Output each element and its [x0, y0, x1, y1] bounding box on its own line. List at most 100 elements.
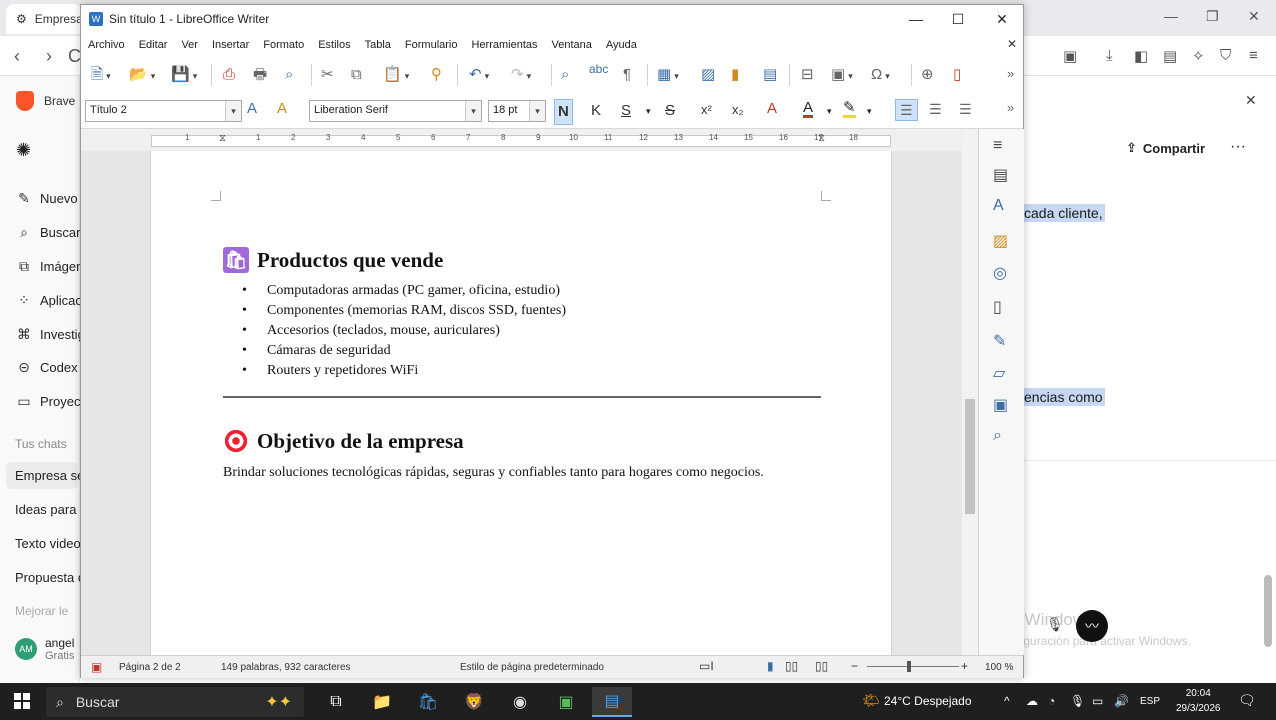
- menu-archivo[interactable]: Archivo: [88, 39, 125, 51]
- weather-text[interactable]: 24°C Despejado: [884, 694, 972, 708]
- underline-button[interactable]: S: [621, 102, 631, 119]
- print-icon[interactable]: 🖶: [253, 67, 267, 82]
- android-app-icon[interactable]: ▣: [546, 687, 586, 717]
- align-center-icon[interactable]: ☰: [929, 102, 942, 116]
- menu-ver[interactable]: Ver: [181, 39, 198, 51]
- find-icon[interactable]: ⌕: [993, 427, 1002, 445]
- more-options-icon[interactable]: ···: [1230, 138, 1246, 156]
- download-icon[interactable]: ⤓: [1106, 47, 1113, 64]
- zoom-out-icon[interactable]: −: [851, 659, 858, 673]
- document-area[interactable]: [81, 151, 978, 655]
- print-preview-icon[interactable]: ⌕: [285, 67, 293, 82]
- copy-icon[interactable]: ⧉: [351, 67, 362, 82]
- network-icon[interactable]: ▭: [1092, 694, 1103, 708]
- minimize-icon[interactable]: —: [901, 9, 931, 29]
- restore-icon[interactable]: ❐: [1206, 8, 1219, 25]
- wifi-icon[interactable]: ◔: [1048, 694, 1055, 708]
- sidebar-item-search[interactable]: ⌕ Buscar: [16, 224, 80, 241]
- find-replace-icon[interactable]: ⌕: [561, 67, 569, 82]
- manage-changes-icon[interactable]: ▱: [993, 363, 1005, 383]
- store-icon[interactable]: 🛍: [408, 687, 448, 717]
- brave-brand[interactable]: Brave: [16, 91, 75, 111]
- font-color-icon[interactable]: A: [803, 100, 814, 118]
- microphone-icon[interactable]: 🎙: [1046, 616, 1064, 633]
- file-explorer-icon[interactable]: 📁: [362, 687, 402, 717]
- formatting-marks-icon[interactable]: ¶: [623, 67, 631, 82]
- paste-icon[interactable]: 📋: [383, 67, 409, 82]
- open-icon[interactable]: 📂: [129, 67, 155, 82]
- insert-image-icon[interactable]: ▨: [701, 67, 715, 82]
- windows-start-icon[interactable]: [14, 693, 30, 709]
- maximize-icon[interactable]: ☐: [943, 9, 973, 29]
- document-modified-icon[interactable]: ▣: [91, 660, 102, 674]
- page-icon[interactable]: ▯: [993, 297, 1002, 317]
- navigator-icon[interactable]: ◎: [993, 263, 1007, 283]
- obs-icon[interactable]: ◉: [500, 687, 540, 717]
- gallery-icon[interactable]: ▨: [993, 231, 1008, 251]
- chevron-down-icon[interactable]: ▾: [827, 106, 832, 117]
- subscript-button[interactable]: x₂: [732, 102, 744, 117]
- export-pdf-icon[interactable]: ⎙: [223, 67, 235, 82]
- book-view-icon[interactable]: ▯▯: [815, 659, 828, 673]
- scrollbar-thumb[interactable]: [965, 399, 975, 514]
- insert-field-icon[interactable]: ▣: [831, 67, 853, 82]
- minimize-icon[interactable]: —: [1164, 8, 1178, 24]
- chatgpt-logo-icon[interactable]: ✺: [16, 140, 31, 161]
- insert-table-icon[interactable]: ▦: [657, 67, 679, 82]
- sidebar-toggle-icon[interactable]: ◧: [1134, 47, 1148, 65]
- show-hidden-icons[interactable]: ^: [1004, 694, 1010, 708]
- taskbar-search[interactable]: ⌕ Buscar ✦✦: [46, 687, 304, 717]
- highlight-color-icon[interactable]: ✎: [843, 100, 856, 118]
- weather-icon[interactable]: 🌤: [862, 692, 880, 709]
- close-icon[interactable]: ✕: [1248, 8, 1260, 25]
- sidebar-item-codex[interactable]: ⊝ Codex: [16, 359, 77, 376]
- horizontal-ruler[interactable]: [81, 129, 978, 151]
- share-button[interactable]: ⇪ Compartir: [1126, 140, 1205, 156]
- undo-icon[interactable]: ↶: [469, 67, 489, 82]
- cut-icon[interactable]: ✂: [321, 67, 334, 82]
- language-indicator[interactable]: ESP: [1140, 696, 1160, 707]
- vertical-scrollbar[interactable]: [962, 129, 978, 655]
- update-style-icon[interactable]: A: [247, 101, 257, 116]
- insert-page-break-icon[interactable]: ⊟: [801, 67, 814, 82]
- menu-herramientas[interactable]: Herramientas: [472, 39, 538, 51]
- special-character-icon[interactable]: Ω: [871, 67, 890, 82]
- close-document-icon[interactable]: ✕: [1007, 37, 1017, 51]
- hyperlink-icon[interactable]: ⊕: [921, 67, 934, 82]
- design-icon[interactable]: ▣: [993, 395, 1008, 415]
- sidebar-item-apps[interactable]: ⁘ Aplicac: [16, 292, 82, 309]
- menu-insertar[interactable]: Insertar: [212, 39, 249, 51]
- task-view-icon[interactable]: ⧉: [316, 687, 356, 717]
- writer-taskbar-icon[interactable]: ▤: [592, 687, 632, 717]
- back-icon[interactable]: ‹: [14, 46, 20, 67]
- zoom-level[interactable]: 100 %: [985, 662, 1013, 673]
- brave-taskbar-icon[interactable]: 🦁: [454, 687, 494, 717]
- heading-objective[interactable]: Objetivo de la empresa: [223, 428, 464, 454]
- styles-icon[interactable]: A: [993, 197, 1004, 215]
- style-inspector-icon[interactable]: ✎: [993, 331, 1006, 351]
- menu-formulario[interactable]: Formulario: [405, 39, 458, 51]
- close-panel-icon[interactable]: ✕: [1245, 92, 1257, 109]
- voice-mode-button[interactable]: 〰: [1076, 610, 1108, 642]
- wallet-icon[interactable]: ▤: [1163, 47, 1177, 65]
- chevron-down-icon[interactable]: ▾: [646, 106, 651, 117]
- sidebar-item-projects[interactable]: ▭ Proyect: [16, 393, 84, 410]
- microphone-tray-icon[interactable]: 🎙: [1070, 694, 1085, 708]
- notifications-icon[interactable]: 🗨: [1238, 692, 1256, 709]
- chat-item[interactable]: Texto video: [15, 536, 81, 551]
- menu-tabla[interactable]: Tabla: [365, 39, 391, 51]
- new-document-icon[interactable]: 🗎: [91, 67, 111, 82]
- forward-icon[interactable]: ›: [46, 46, 52, 67]
- reader-icon[interactable]: ▣: [1063, 47, 1077, 65]
- insert-chart-icon[interactable]: ▮: [731, 67, 739, 82]
- zoom-in-icon[interactable]: +: [961, 659, 968, 673]
- insert-textbox-icon[interactable]: ▤: [763, 67, 777, 82]
- selection-mode-icon[interactable]: ▭I: [699, 659, 714, 673]
- onedrive-icon[interactable]: ☁: [1026, 694, 1038, 708]
- close-icon[interactable]: ✕: [987, 9, 1017, 29]
- redo-icon[interactable]: ↷: [511, 67, 531, 82]
- font-name-select[interactable]: Liberation Serif ▾: [309, 100, 482, 122]
- italic-button[interactable]: K: [591, 102, 601, 119]
- strikethrough-button[interactable]: S: [665, 102, 675, 119]
- align-right-icon[interactable]: ☰: [959, 102, 972, 116]
